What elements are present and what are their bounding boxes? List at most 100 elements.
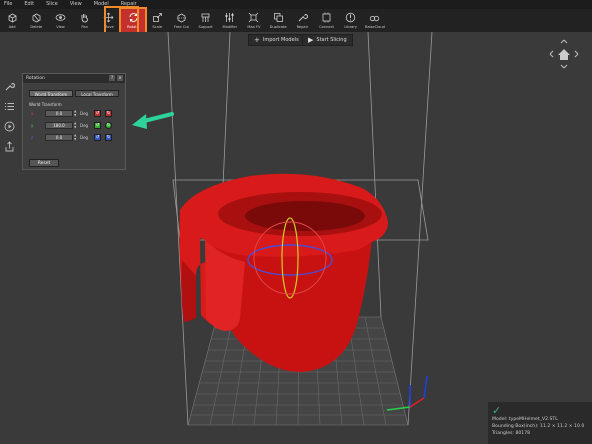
rotation-y-input[interactable]: 180.0 [45,122,73,129]
rotate-button[interactable]: Rotate [118,7,148,34]
chevron-right-icon [574,50,579,58]
plus-icon: + [254,35,260,44]
rotate-ccw-icon: ↺ [95,123,100,128]
eye-icon [55,12,66,23]
cloud-icon [369,12,380,23]
tab-local-transform[interactable]: Local Transform [75,90,119,97]
annotation-arrow [132,112,174,129]
move-label: Move [104,25,114,29]
rotate-z-plus-button[interactable]: ↻ [105,134,112,141]
rotation-row-y: y 180.0 ▲ ▼ Deg ↺ ↻ [31,121,123,130]
bounding-box: Bounding Box(inch): 11.2 × 11.2 × 10.0 [492,424,585,429]
duplicate-label: Duplicate [269,25,287,29]
rotation-x-input[interactable]: 0.0 [45,110,73,117]
model-info-panel: ✓ Model: typeMHelmet_V2.STL Bounding Box… [488,402,592,444]
rotate-z-minus-button[interactable]: ↺ [94,134,101,141]
help-icon[interactable]: ? [109,75,115,81]
raisecloud-button[interactable]: RaiseCloud [363,9,387,32]
scale-icon [152,12,163,23]
axis-label-x: x [31,111,34,116]
add-button[interactable]: Add [0,9,24,32]
rotate-x-plus-button[interactable]: ↻ [105,110,112,117]
connect-icon [321,12,332,23]
scale-button[interactable]: Scale [145,9,169,32]
menu-bar: File Edit Slice View Model Repair [0,0,592,9]
view-navigation[interactable] [548,38,580,70]
rotate-ccw-icon: ↺ [95,111,100,116]
rotation-y-unit: Deg [80,123,89,128]
rotation-y-stepper[interactable]: ▲ ▼ [74,121,78,129]
raisecloud-label: RaiseCloud [364,25,385,29]
free-cut-label: Free Cut [173,25,189,29]
rotation-z-unit: Deg [80,135,89,140]
menu-slice[interactable]: Slice [46,0,58,9]
list-icon[interactable] [2,96,16,116]
chevron-up-icon [560,39,568,44]
delete-label: Delete [30,25,43,29]
tab-world-transform[interactable]: World Transform [29,90,73,97]
support-button[interactable]: Support [194,9,218,32]
rotation-panel-titlebar[interactable]: Rotation ? × [23,74,125,83]
menu-model[interactable]: Model [94,0,109,9]
pan-button[interactable]: Pan [73,9,97,32]
home-icon [558,49,570,60]
close-icon[interactable]: × [117,75,123,81]
import-models-button[interactable]: + Import Models [248,34,305,46]
add-icon [7,12,18,23]
view-label: View [56,25,65,29]
cut-icon [176,12,187,23]
duplicate-icon [273,12,284,23]
library-label: Library [344,25,357,29]
view-button[interactable]: View [48,9,72,32]
modifier-button[interactable]: Modifier [218,9,242,32]
support-icon [200,12,211,23]
rotation-panel: Rotation ? × World Transform Local Trans… [22,73,126,170]
free-cut-button[interactable]: Free Cut [169,9,193,32]
rotation-row-x: x 0.0 ▲ ▼ Deg ↺ ↻ [31,109,123,118]
maxfv-icon [248,12,259,23]
rotation-x-stepper[interactable]: ▲ ▼ [74,109,78,117]
chevron-down-icon [560,64,568,69]
transform-tabs: World Transform Local Transform [29,90,119,97]
left-sidebar [2,76,16,156]
rotate-x-minus-button[interactable]: ↺ [94,110,101,117]
repair-button[interactable]: Repair [290,9,314,32]
model-name: Model: typeMHelmet_V2.STL [492,417,558,422]
menu-view[interactable]: View [70,0,82,9]
menu-repair[interactable]: Repair [121,0,137,9]
play-icon[interactable] [2,116,16,136]
menu-edit[interactable]: Edit [24,0,34,9]
rotate-icon [128,12,139,23]
triangle-count: Triangles: 80178 [492,431,531,436]
library-button[interactable]: Library [339,9,363,32]
support-label: Support [198,25,213,29]
rotate-y-minus-button[interactable]: ↺ [94,122,101,129]
chevron-left-icon [549,50,554,58]
delete-button[interactable]: Delete [24,9,48,32]
menu-file[interactable]: File [4,0,12,9]
rotate-cw-icon: ↻ [106,123,111,128]
max-fv-button[interactable]: Max FV [242,9,266,32]
rotate-cw-icon: ↻ [106,111,111,116]
rotation-z-input[interactable]: 0.0 [45,134,73,141]
rotation-row-z: z 0.0 ▲ ▼ Deg ↺ ↻ [31,133,123,142]
export-icon[interactable] [2,136,16,156]
duplicate-button[interactable]: Duplicate [266,9,290,32]
add-label: Add [8,25,16,29]
move-button[interactable]: Move [97,9,121,32]
toolbar: Add Delete View Pan Move Rotate Scale Fr… [0,7,592,34]
axis-label-z: z [31,135,34,140]
delete-icon [31,12,42,23]
rotate-label: Rotate [127,25,139,29]
scale-label: Scale [152,25,163,29]
rotation-z-stepper[interactable]: ▲ ▼ [74,133,78,141]
modifier-label: Modifier [222,25,238,29]
rotation-x-unit: Deg [80,111,89,116]
reset-button[interactable]: Reset [29,159,59,167]
start-slicing-button[interactable]: ▶ Start Slicing [302,34,353,46]
connect-button[interactable]: Connect [314,9,338,32]
wrench-icon[interactable] [2,76,16,96]
rotate-y-plus-button[interactable]: ↻ [105,122,112,129]
move-icon [103,12,114,23]
modifier-icon [224,12,235,23]
